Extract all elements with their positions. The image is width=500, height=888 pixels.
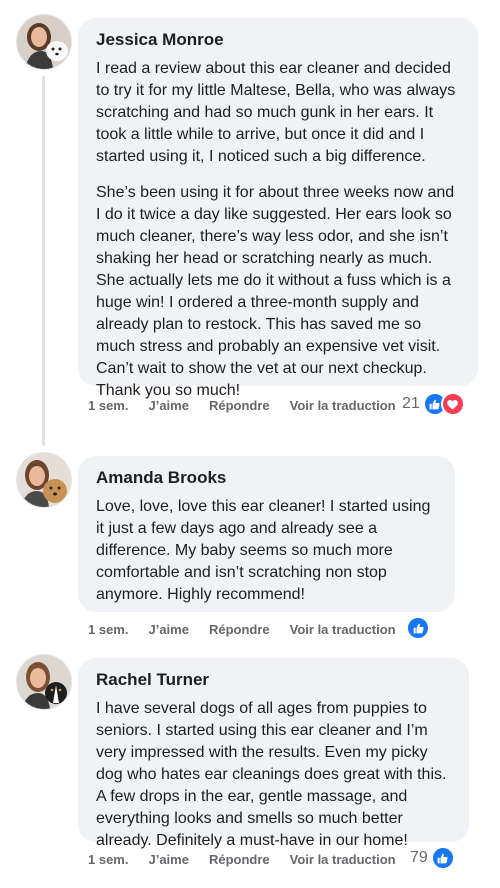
timestamp[interactable]: 1 sem. <box>88 398 128 413</box>
comment-text: I read a review about this ear cleaner a… <box>96 60 456 165</box>
comment-actions: 1 sem. J’aime Répondre Voir la traductio… <box>88 394 416 416</box>
comment-actions: 1 sem. J’aime Répondre Voir la traductio… <box>88 848 416 870</box>
like-icon <box>406 616 430 640</box>
reply-button[interactable]: Répondre <box>209 852 270 867</box>
avatar[interactable] <box>16 654 72 710</box>
translate-link[interactable]: Voir la traduction <box>290 398 396 413</box>
avatar[interactable] <box>16 14 72 70</box>
reply-button[interactable]: Répondre <box>209 398 270 413</box>
reaction-count: 21 <box>402 395 420 412</box>
like-icon <box>430 846 455 870</box>
comment-text: I have several dogs of all ages from pup… <box>96 700 447 849</box>
timestamp[interactable]: 1 sem. <box>88 622 128 637</box>
avatar[interactable] <box>16 452 72 508</box>
woman-with-golden-dog-photo <box>17 453 71 507</box>
reaction-summary[interactable] <box>406 616 430 640</box>
woman-with-white-dog-photo <box>17 15 71 69</box>
love-icon <box>440 392 465 416</box>
like-button[interactable]: J’aime <box>148 622 188 637</box>
comment-bubble: Jessica Monroe I read a review about thi… <box>78 18 478 399</box>
reaction-summary[interactable]: 79 <box>410 846 455 870</box>
like-button[interactable]: J’aime <box>148 852 188 867</box>
thread-line <box>42 76 45 446</box>
timestamp[interactable]: 1 sem. <box>88 852 128 867</box>
comment-text: Love, love, love this ear cleaner! I sta… <box>96 498 431 603</box>
translate-link[interactable]: Voir la traduction <box>290 852 396 867</box>
reaction-summary[interactable]: 21 <box>402 392 465 416</box>
woman-with-black-dog-photo <box>17 655 71 709</box>
author-name[interactable]: Jessica Monroe <box>96 30 460 50</box>
comment-actions: 1 sem. J’aime Répondre Voir la traductio… <box>88 618 416 640</box>
comment-bubble: Rachel Turner I have several dogs of all… <box>78 658 469 849</box>
translate-link[interactable]: Voir la traduction <box>290 622 396 637</box>
comment-text: She’s been using it for about three week… <box>96 184 455 399</box>
author-name[interactable]: Amanda Brooks <box>96 468 437 488</box>
reaction-count: 79 <box>410 849 428 866</box>
like-button[interactable]: J’aime <box>148 398 188 413</box>
author-name[interactable]: Rachel Turner <box>96 670 451 690</box>
reply-button[interactable]: Répondre <box>209 622 270 637</box>
comment-bubble: Amanda Brooks Love, love, love this ear … <box>78 456 455 612</box>
